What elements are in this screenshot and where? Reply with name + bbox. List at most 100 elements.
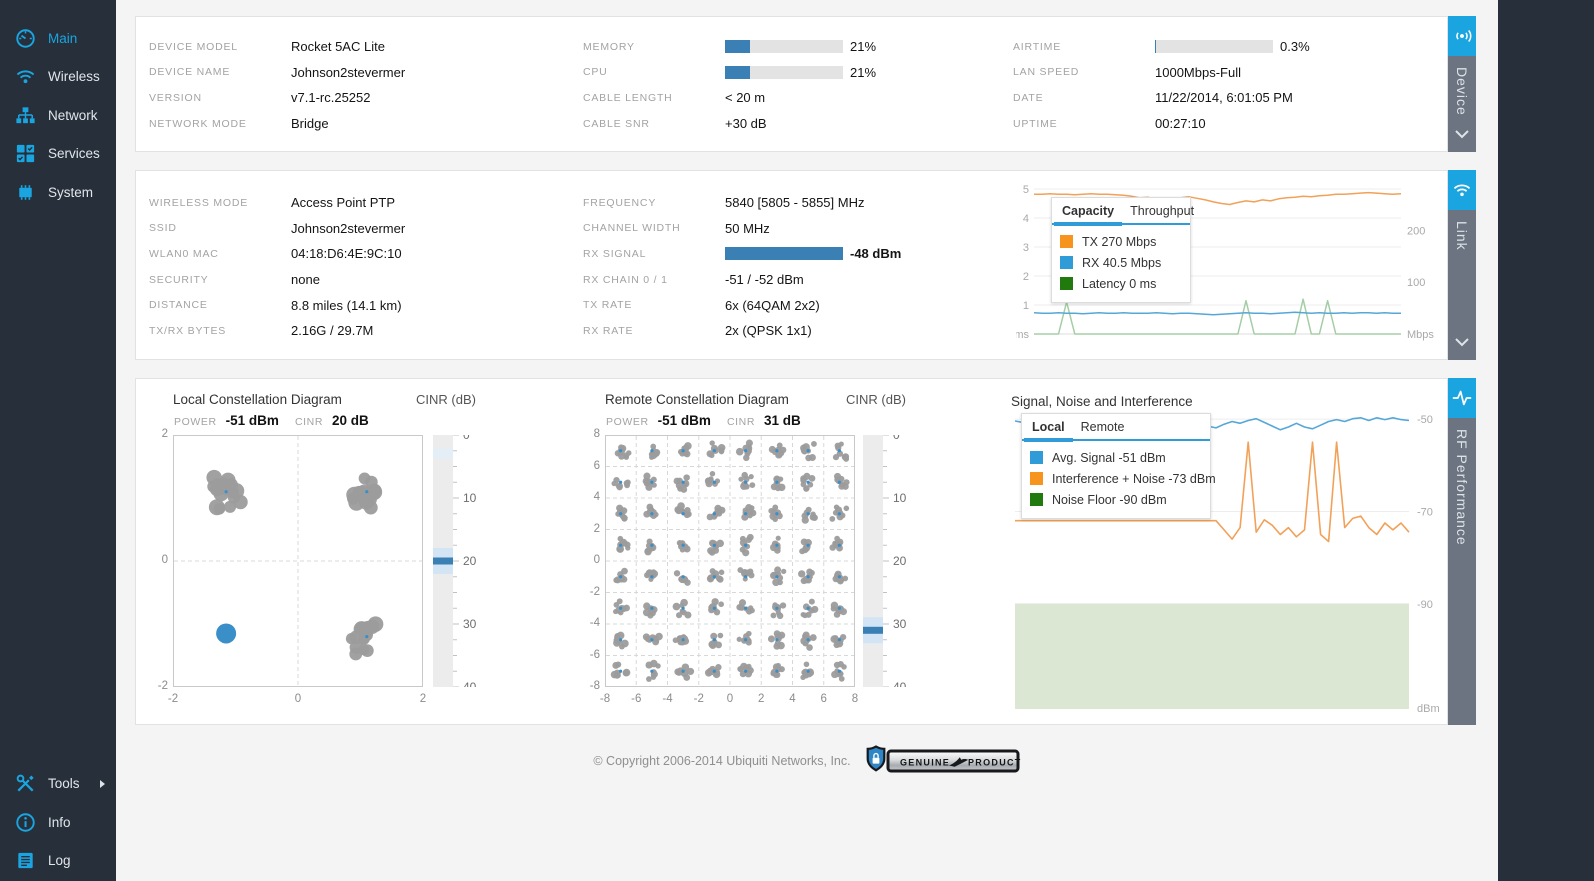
field-label: TX RATE [583, 299, 633, 312]
field-label: LAN SPEED [1013, 66, 1080, 79]
sidebar-item-label: Log [48, 853, 71, 869]
legend-tab-remote[interactable]: Remote [1073, 414, 1133, 439]
field-value: 21% [850, 64, 877, 80]
sidebar-item-label: Wireless [48, 69, 100, 85]
footer: © Copyright 2006-2014 Ubiquiti Networks,… [116, 743, 1498, 779]
svg-text:40: 40 [463, 680, 477, 687]
power-value: -51 dBm [657, 413, 711, 428]
field-value: v7.1-rc.25252 [291, 90, 371, 106]
device-field: DEVICE NAME Johnson2stevermer [149, 60, 569, 86]
sidebar-item-label: Tools [48, 776, 80, 792]
cinr-label: CINR [726, 416, 756, 428]
network-icon [14, 104, 37, 127]
legend-label: Interference + Noise -73 dBm [1052, 471, 1216, 486]
svg-text:0: 0 [893, 435, 900, 442]
svg-text:4: 4 [1023, 213, 1029, 225]
legend-tab-throughput[interactable]: Throughput [1122, 198, 1202, 223]
legend-swatch [1030, 472, 1043, 485]
link-field: RX RATE 2x (QPSK 1x1) [583, 318, 1013, 344]
noise-floor-area [1015, 603, 1409, 709]
sidebar-item-network[interactable]: Network [0, 96, 116, 135]
legend-item: Latency 0 ms [1060, 273, 1182, 294]
link-field: WLAN0 MAC 04:18:D6:4E:9C:10 [149, 241, 569, 267]
field-label: FREQUENCY [583, 196, 657, 209]
sidebar-item-wireless[interactable]: Wireless [0, 58, 116, 97]
copyright-text: © Copyright 2006-2014 Ubiquiti Networks,… [593, 754, 851, 768]
legend-item: TX 270 Mbps [1060, 231, 1182, 252]
field-label: WLAN0 MAC [149, 247, 219, 260]
chip-icon [14, 181, 37, 204]
link-tab-label: Link [1454, 221, 1470, 251]
log-icon [14, 849, 37, 872]
remote-constellation-title: Remote Constellation Diagram [605, 392, 789, 407]
svg-text:10: 10 [463, 491, 477, 505]
legend-items: Avg. Signal -51 dBm Interference + Noise … [1022, 441, 1216, 518]
cinr-label: CINR [294, 416, 324, 428]
field-label: DEVICE NAME [149, 66, 231, 79]
legend-item: Interference + Noise -73 dBm [1030, 468, 1216, 489]
field-value: -48 dBm [850, 246, 902, 262]
svg-text:3: 3 [1023, 242, 1029, 254]
local-constellation-plot[interactable] [173, 435, 423, 687]
memory-bar [725, 40, 843, 54]
local-cinr-gauge: 0 10 20 30 40 [433, 435, 477, 687]
power-label: POWER [174, 416, 217, 428]
sidebar-item-services[interactable]: Services [0, 135, 116, 174]
device-field: NETWORK MODE Bridge [149, 111, 569, 137]
sidebar: Main Wireless Network Services System Tools I… [0, 0, 116, 881]
rf-performance-panel: Local Constellation Diagram CINR (dB) PO… [135, 378, 1476, 725]
x-tick-label: -8 [599, 693, 611, 705]
antenna-icon [1448, 16, 1476, 56]
svg-text:2: 2 [1023, 271, 1029, 283]
field-value: Access Point PTP [291, 195, 396, 211]
legend-swatch [1060, 235, 1073, 248]
device-field: MEMORY 21% [583, 34, 1013, 60]
legend-tab-local[interactable]: Local [1024, 414, 1073, 442]
svg-text:200: 200 [1407, 225, 1425, 237]
legend-swatch [1060, 277, 1073, 290]
x-tick-label: 6 [820, 693, 827, 705]
legend-label: Avg. Signal -51 dBm [1052, 450, 1166, 465]
svg-text:1: 1 [1023, 300, 1029, 312]
link-chart-legend: Capacity Throughput TX 270 Mbps RX 40.5 Mbp… [1051, 197, 1194, 303]
field-label: DISTANCE [149, 299, 208, 312]
field-bar-wrap: 21% [725, 39, 876, 54]
link-fields-col2: FREQUENCY 5840 [5805 - 5855] MHz CHANNEL W… [583, 190, 1013, 344]
field-value: 04:18:D6:4E:9C:10 [291, 246, 402, 262]
sidebar-item-system[interactable]: System [0, 173, 116, 212]
field-label: CHANNEL WIDTH [583, 222, 681, 235]
wifi-icon [14, 65, 37, 88]
power-value: -51 dBm [225, 413, 279, 428]
chevron-down-icon[interactable] [1454, 126, 1470, 144]
sidebar-item-main[interactable]: Main [0, 19, 116, 58]
device-tab-strip[interactable]: Device [1448, 16, 1476, 152]
badge-product-text: PRODUCT [968, 758, 1021, 768]
services-icon [14, 142, 37, 165]
sidebar-bottom-nav: Tools Info Log [0, 765, 116, 881]
device-field: LAN SPEED 1000Mbps-Full [1013, 60, 1443, 86]
link-tab-strip[interactable]: Link [1448, 170, 1476, 360]
x-tick-label: 2 [419, 693, 427, 705]
x-tick-label: 0 [726, 693, 734, 705]
link-field: DISTANCE 8.8 miles (14.1 km) [149, 292, 569, 318]
chevron-down-icon[interactable] [1454, 334, 1470, 352]
sidebar-item-info[interactable]: Info [0, 803, 116, 842]
x-tick-label: 4 [789, 693, 796, 705]
field-label: TX/RX BYTES [149, 324, 227, 337]
device-field: DATE 11/22/2014, 6:01:05 PM [1013, 85, 1443, 111]
throughput-rx-series [1033, 311, 1401, 316]
legend-tab-capacity[interactable]: Capacity [1054, 198, 1123, 226]
pulse-icon [1448, 378, 1476, 418]
field-label: SSID [149, 222, 177, 235]
field-label: RX SIGNAL [583, 247, 647, 260]
rf-tab-strip[interactable]: RF Performance [1448, 378, 1476, 725]
y-tick-label: -4 [589, 617, 600, 629]
sidebar-item-log[interactable]: Log [0, 842, 116, 881]
x-tick-label: -2 [693, 693, 704, 705]
field-value: Rocket 5AC Lite [291, 39, 385, 55]
field-label: RX RATE [583, 324, 634, 337]
link-field: SSID Johnson2stevermer [149, 216, 569, 242]
sidebar-item-tools[interactable]: Tools [0, 765, 116, 804]
device-tab-label: Device [1454, 67, 1470, 116]
remote-constellation-plot[interactable] [605, 435, 855, 687]
